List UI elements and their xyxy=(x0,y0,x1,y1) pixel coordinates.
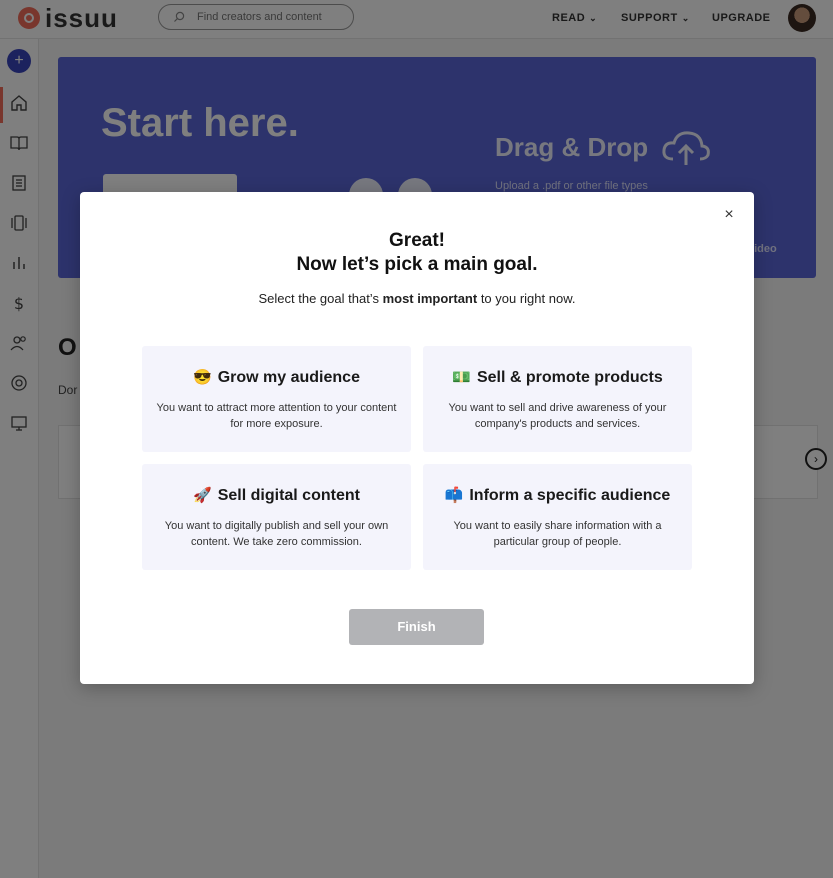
modal-subtitle-after: to you right now. xyxy=(477,291,576,306)
modal-title-line2: Now let’s pick a main goal. xyxy=(296,254,538,275)
goal-card-inform-audience[interactable]: 📫 Inform a specific audience You want to … xyxy=(423,464,692,570)
close-icon[interactable]: × xyxy=(720,206,738,224)
goal-card-title: 🚀 Sell digital content xyxy=(142,486,411,505)
modal-subtitle-bold: most important xyxy=(382,291,478,306)
modal-subtitle-before: Select the goal that’s xyxy=(258,291,383,306)
goal-card-sell-digital[interactable]: 🚀 Sell digital content You want to digita… xyxy=(142,464,411,570)
goal-card-title: 📫 Inform a specific audience xyxy=(423,486,692,505)
goal-card-title-text: Inform a specific audience xyxy=(469,487,671,504)
goal-card-grow-audience[interactable]: 😎 Grow my audience You want to attract mo… xyxy=(142,346,411,452)
goal-modal: × Great! Now let’s pick a main goal. Sel… xyxy=(80,192,754,684)
goal-card-title-text: Grow my audience xyxy=(217,369,360,386)
goal-card-title-text: Sell digital content xyxy=(217,487,360,504)
goal-card-description: You want to attract more attention to yo… xyxy=(156,402,397,430)
finish-button[interactable]: Finish xyxy=(349,609,484,645)
goal-card-sell-promote[interactable]: 💵 Sell & promote products You want to sel… xyxy=(423,346,692,452)
goal-card-title: 😎 Grow my audience xyxy=(142,368,411,387)
modal-subtitle: Select the goal that’s most important to… xyxy=(80,291,754,306)
goal-card-title: 💵 Sell & promote products xyxy=(423,368,692,387)
modal-title-line1: Great! xyxy=(389,230,445,251)
goal-card-description: You want to digitally publish and sell y… xyxy=(164,520,389,548)
mailbox-emoji-icon: 📫 xyxy=(444,487,464,504)
rocket-emoji-icon: 🚀 xyxy=(193,487,212,504)
sunglasses-emoji-icon: 😎 xyxy=(193,369,212,386)
money-emoji-icon: 💵 xyxy=(452,369,471,386)
goal-card-title-text: Sell & promote products xyxy=(476,369,663,386)
goal-card-description: You want to sell and drive awareness of … xyxy=(448,402,667,430)
goal-card-description: You want to easily share information wit… xyxy=(453,520,662,548)
